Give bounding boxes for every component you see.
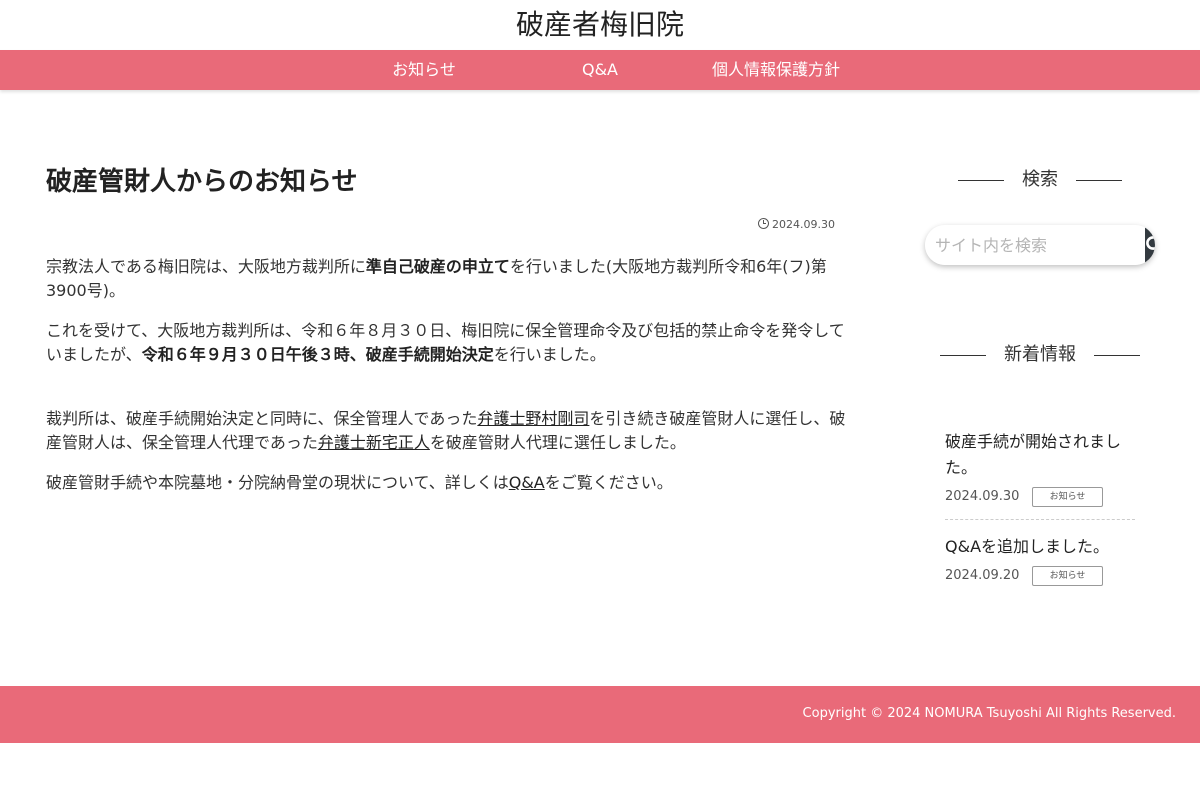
post-date: 2024.09.30 [46,217,846,233]
title-line [1076,179,1122,181]
search-button[interactable] [1145,225,1155,265]
title-line [958,179,1004,181]
search-box [925,225,1155,265]
site-title[interactable]: 破産者梅旧院 [516,0,684,50]
paragraph-text: 破産管財手続や本院墓地・分院納骨堂の現状について、詳しくは [46,473,509,492]
post-date-text: 2024.09.30 [772,218,835,231]
paragraph-trustee: 裁判所は、破産手続開始決定と同時に、保全管理人であった弁護士野村剛司を引き続き破… [46,407,846,455]
news-item-meta: 2024.09.20 お知らせ [945,566,1135,586]
news-item-title[interactable]: 破産手続が開始されました。 [945,429,1135,481]
article-body: 宗教法人である梅旧院は、大阪地方裁判所に準自己破産の申立てを行いました(大阪地方… [46,255,846,495]
list-item: 破産手続が開始されました。 2024.09.30 お知らせ [945,429,1135,519]
paragraph-petition: 宗教法人である梅旧院は、大阪地方裁判所に準自己破産の申立てを行いました(大阪地方… [46,255,846,303]
search-icon [1146,236,1155,250]
sidebar: 検索 新着情報 破産手続が開始されました。 2024.09.30 お知 [925,165,1155,598]
category-badge: お知らせ [1032,566,1103,586]
nav-item-qa[interactable]: Q&A [512,50,688,90]
copyright-text: Copyright © 2024 NOMURA Tsuyoshi All Rig… [802,706,1176,721]
bold-text: 令和６年９月３０日午後３時、破産手続開始決定 [141,345,494,364]
search-input[interactable] [925,225,1145,265]
search-widget-title-text: 検索 [1022,169,1058,190]
global-nav: お知らせ Q&A 個人情報保護方針 [0,50,1200,90]
clock-icon [758,218,770,229]
qa-link[interactable]: Q&A [509,473,545,492]
paragraph-text: を破産管財人代理に選任しました。 [429,433,686,452]
paragraph-decision: これを受けて、大阪地方裁判所は、令和６年８月３０日、梅旧院に保全管理命令及び包括… [46,319,846,367]
site-footer: Copyright © 2024 NOMURA Tsuyoshi All Rig… [0,686,1200,743]
news-list: 破産手続が開始されました。 2024.09.30 お知らせ Q&Aを追加しました… [945,429,1135,598]
nav-item-privacy-policy[interactable]: 個人情報保護方針 [688,50,864,90]
paragraph-qa: 破産管財手続や本院墓地・分院納骨堂の現状について、詳しくはQ&Aをご覧ください。 [46,471,846,495]
title-line [1094,354,1140,356]
paragraph-text: をご覧ください。 [544,473,673,492]
trustee-deputy-link[interactable]: 弁護士新宅正人 [318,433,430,452]
page-title: 破産管財人からのお知らせ [46,167,358,197]
news-item-date: 2024.09.30 [945,489,1020,504]
news-item-meta: 2024.09.30 お知らせ [945,487,1135,507]
bold-text: 準自己破産の申立て [365,257,510,276]
content-area: 破産管財人からのお知らせ 2024.09.30 宗教法人である梅旧院は、大阪地方… [0,90,1200,686]
paragraph-text: 裁判所は、破産手続開始決定と同時に、保全管理人であった [46,409,478,428]
title-line [940,354,986,356]
site-header: 破産者梅旧院 [0,0,1200,50]
list-item: Q&Aを追加しました。 2024.09.20 お知らせ [945,519,1135,598]
paragraph-text: 宗教法人である梅旧院は、大阪地方裁判所に [46,257,366,276]
news-item-title[interactable]: Q&Aを追加しました。 [945,534,1135,560]
news-item-date: 2024.09.20 [945,568,1020,583]
main-content: 破産管財人からのお知らせ 2024.09.30 宗教法人である梅旧院は、大阪地方… [46,165,846,511]
trustee-link[interactable]: 弁護士野村剛司 [477,409,589,428]
nav-item-news[interactable]: お知らせ [336,50,512,90]
news-widget-title-text: 新着情報 [1004,344,1076,365]
news-widget-title: 新着情報 [925,340,1155,370]
paragraph-text: を行いました。 [493,345,606,364]
search-widget-title: 検索 [925,165,1155,195]
category-badge: お知らせ [1032,487,1103,507]
